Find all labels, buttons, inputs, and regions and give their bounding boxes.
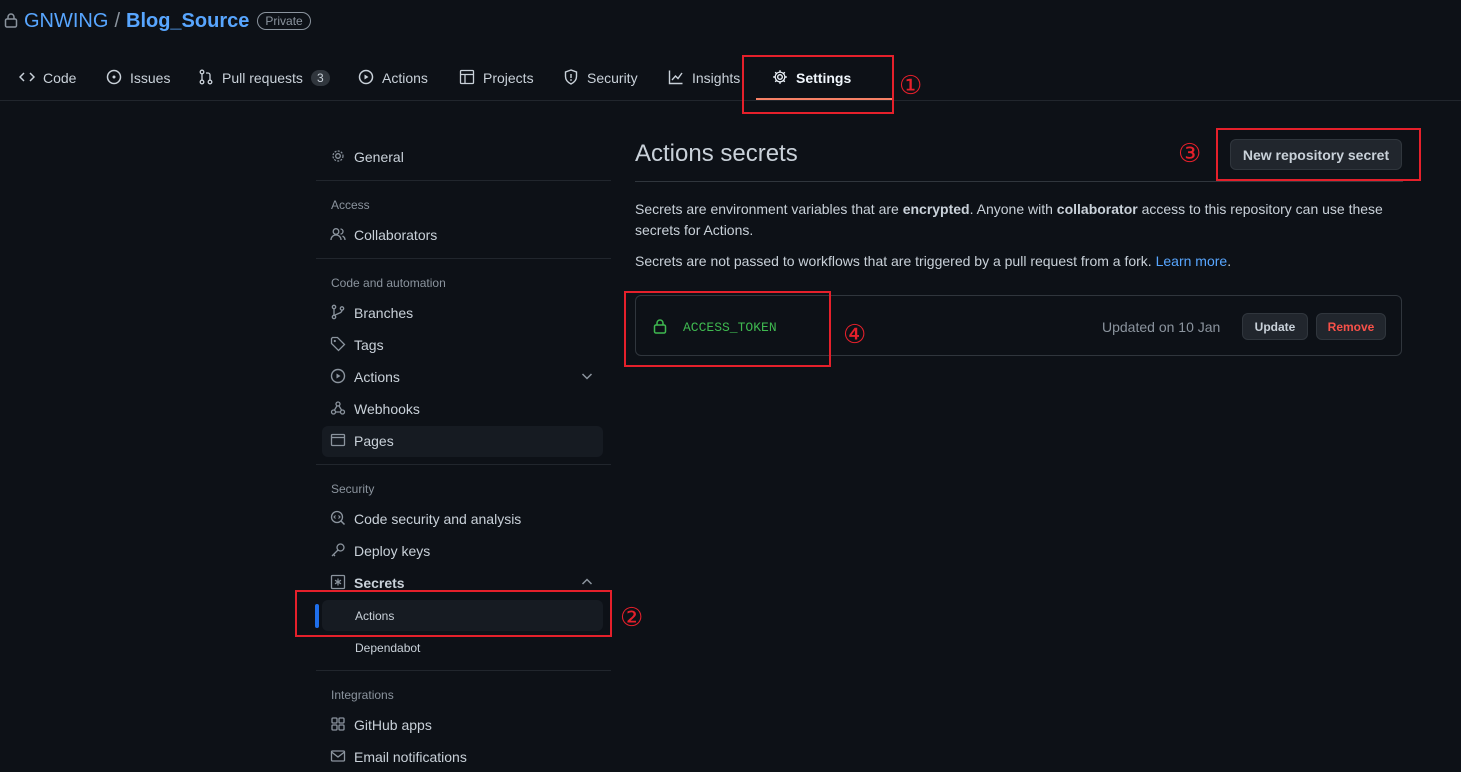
- branch-icon: [330, 304, 346, 323]
- repo-owner-link[interactable]: GNWING: [24, 10, 108, 33]
- tab-projects[interactable]: Projects: [459, 56, 534, 100]
- browser-icon: [330, 432, 346, 451]
- sidebar-item-deploy-keys[interactable]: Deploy keys: [330, 537, 430, 565]
- page-title: Actions secrets: [635, 140, 798, 167]
- annotation-box-new-secret: [1216, 128, 1421, 181]
- sidebar-item-label: GitHub apps: [354, 717, 432, 733]
- sidebar-item-email-notifications[interactable]: Email notifications: [330, 743, 467, 771]
- text: . Anyone with: [969, 201, 1057, 217]
- sidebar-divider: [316, 258, 611, 259]
- text: .: [1227, 253, 1232, 269]
- sidebar-item-label: Deploy keys: [354, 543, 431, 559]
- sidebar-heading-access: Access: [331, 198, 370, 212]
- sidebar-item-branches[interactable]: Branches: [330, 299, 413, 327]
- sidebar-item-label: Branches: [354, 305, 414, 321]
- text: Secrets are not passed to workflows that…: [635, 253, 1156, 269]
- sidebar-divider: [316, 464, 611, 465]
- annotation-box-actions: [295, 590, 612, 637]
- sidebar-item-github-apps[interactable]: GitHub apps: [330, 711, 432, 739]
- apps-icon: [330, 716, 346, 735]
- pull-request-count: 3: [310, 70, 330, 86]
- sidebar-item-code-security[interactable]: Code security and analysis: [330, 505, 521, 533]
- sidebar-heading-code-automation: Code and automation: [331, 276, 446, 290]
- tab-issues[interactable]: Issues: [106, 56, 170, 100]
- tab-insights[interactable]: Insights: [668, 56, 740, 100]
- description-paragraph: Secrets are environment variables that a…: [635, 199, 1395, 241]
- sidebar-item-label: Email notifications: [354, 749, 467, 765]
- sidebar-item-pages[interactable]: Pages: [330, 427, 394, 455]
- play-icon: [330, 368, 346, 387]
- annotation-marker-4: ④: [843, 320, 867, 350]
- sidebar-item-general[interactable]: General: [330, 143, 404, 171]
- table-icon: [459, 69, 475, 88]
- tab-label: Actions: [382, 70, 428, 86]
- tab-pull-requests[interactable]: Pull requests 3: [198, 56, 330, 100]
- repo-nav: Code Issues Pull requests 3 Actions Proj…: [0, 56, 1461, 101]
- sidebar-item-label: Tags: [354, 337, 384, 353]
- repo-name-link[interactable]: Blog_Source: [126, 10, 249, 33]
- chevron-down-icon: [579, 368, 595, 387]
- repo-separator: /: [114, 9, 120, 32]
- text: Secrets are environment variables that a…: [635, 201, 903, 217]
- webhook-icon: [330, 400, 346, 419]
- sidebar-divider: [316, 180, 611, 181]
- people-icon: [330, 226, 346, 245]
- sidebar-heading-security: Security: [331, 482, 375, 496]
- sidebar-item-label: Pages: [354, 433, 394, 449]
- mail-icon: [330, 748, 346, 767]
- codescan-icon: [330, 510, 346, 529]
- annotation-marker-1: ①: [899, 71, 923, 101]
- remove-secret-button[interactable]: Remove: [1316, 313, 1386, 340]
- code-icon: [18, 69, 36, 88]
- sidebar-item-label: Code security and analysis: [354, 511, 522, 527]
- tab-code[interactable]: Code: [18, 56, 77, 100]
- pull-request-icon: [198, 69, 214, 88]
- tab-label: Security: [587, 70, 638, 86]
- sidebar-subitem-secrets-dependabot[interactable]: Dependabot: [355, 641, 420, 655]
- tag-icon: [330, 336, 346, 355]
- sidebar-item-webhooks[interactable]: Webhooks: [330, 395, 420, 423]
- graph-icon: [668, 69, 684, 88]
- sidebar-item-tags[interactable]: Tags: [330, 331, 384, 359]
- tab-label: Pull requests: [222, 70, 303, 86]
- shield-icon: [563, 68, 579, 88]
- sidebar-item-label: General: [354, 149, 404, 165]
- tab-label: Projects: [483, 70, 534, 86]
- tab-label: Insights: [692, 70, 741, 86]
- annotation-marker-3: ③: [1178, 139, 1202, 169]
- sidebar-item-label: Webhooks: [354, 401, 420, 417]
- sidebar-item-label: Secrets: [354, 575, 405, 591]
- lock-icon: [4, 12, 18, 31]
- sidebar-item-collaborators[interactable]: Collaborators: [330, 221, 437, 249]
- sidebar-item-actions[interactable]: Actions: [330, 363, 595, 391]
- annotation-box-secret: [624, 291, 831, 367]
- update-secret-button[interactable]: Update: [1242, 313, 1308, 340]
- emphasis: collaborator: [1056, 201, 1138, 217]
- sidebar-heading-integrations: Integrations: [331, 688, 394, 702]
- learn-more-link[interactable]: Learn more: [1156, 253, 1228, 269]
- visibility-badge: Private: [257, 12, 311, 30]
- sidebar-divider: [316, 670, 611, 671]
- emphasis: encrypted: [902, 201, 970, 217]
- tab-label: Issues: [130, 70, 171, 86]
- annotation-marker-2: ②: [620, 603, 644, 633]
- gear-icon: [330, 148, 346, 167]
- tab-security[interactable]: Security: [563, 56, 638, 100]
- title-divider: [635, 181, 1403, 182]
- repo-header: GNWING / Blog_Source Private: [4, 8, 311, 34]
- secret-updated-date: Updated on 10 Jan: [1102, 319, 1221, 335]
- tab-actions[interactable]: Actions: [358, 56, 428, 100]
- sidebar-item-label: Collaborators: [354, 227, 438, 243]
- key-icon: [330, 542, 346, 561]
- fork-note-paragraph: Secrets are not passed to workflows that…: [635, 251, 1395, 272]
- tab-label: Code: [43, 70, 77, 86]
- play-icon: [358, 69, 374, 88]
- annotation-box-settings: [742, 55, 894, 114]
- sidebar-item-label: Actions: [354, 369, 400, 385]
- issue-icon: [106, 69, 122, 88]
